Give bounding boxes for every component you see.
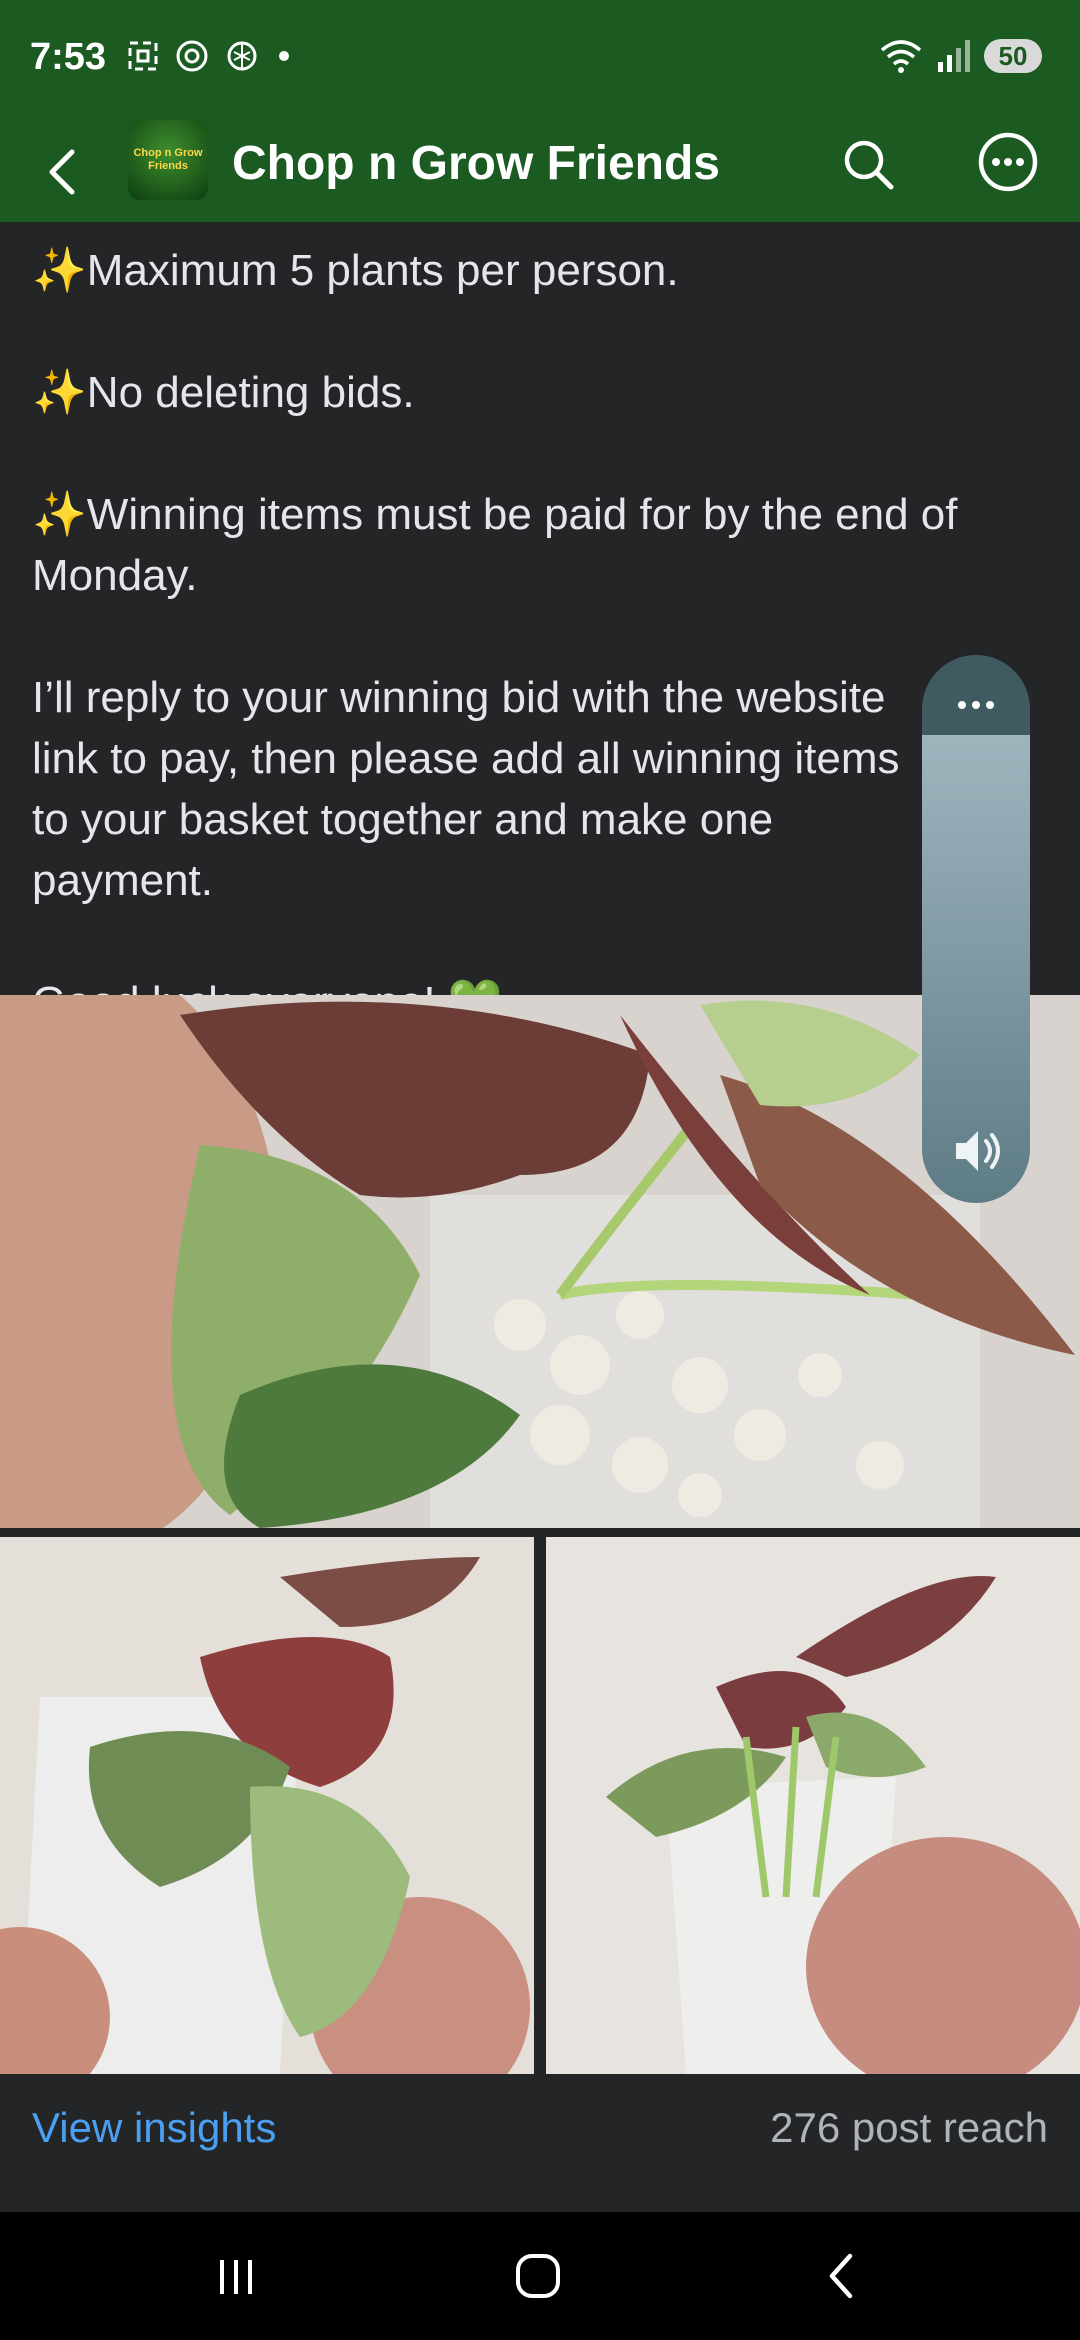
post-photo-right[interactable] [546,1537,1080,2074]
group-title[interactable]: Chop n Grow Friends [232,136,720,191]
back-button[interactable] [34,142,94,202]
sparkle-icon: ✨ [32,368,87,417]
post-line: ✨Winning items must be paid for by the e… [32,490,958,600]
status-icons-right: 50 [878,38,1042,74]
volume-panel[interactable] [922,655,1030,1203]
chatgpt-icon [227,41,257,71]
group-avatar-logo: Chop n Grow Friends [133,147,203,172]
post-line: ✨No deleting bids. [32,368,415,417]
status-icons-left [126,38,294,74]
post-photo-main[interactable] [0,995,1080,1528]
screenshot-icon [128,41,158,71]
post-line: I’ll reply to your winning bid with the … [32,673,900,905]
group-avatar[interactable]: Chop n Grow Friends [128,120,208,200]
dot-icon [279,51,289,61]
signal-icon [938,40,970,72]
system-nav-bar [0,2212,1080,2340]
sparkle-icon: ✨ [32,490,87,539]
post-line: ✨Maximum 5 plants per person. [32,246,679,295]
sparkle-icon: ✨ [32,246,87,295]
plant-photo-image [0,1537,534,2074]
threads-icon [176,40,208,72]
plant-photo-image [0,995,1080,1528]
volume-speaker-icon[interactable] [948,1123,1004,1179]
status-bar: 7:53 50 [0,0,1080,122]
volume-more-icon[interactable] [952,695,1000,715]
post-photo-left[interactable] [0,1537,534,2074]
recent-apps-button[interactable] [206,2246,266,2306]
system-back-button[interactable] [812,2246,872,2306]
more-options-button[interactable] [976,130,1040,194]
wifi-icon [880,40,922,73]
status-time: 7:53 [30,36,107,78]
battery-indicator: 50 [984,39,1042,73]
post-reach-count: 276 post reach [770,2104,1048,2151]
insights-row: View insights 276 post reach [0,2090,1080,2210]
view-insights-link[interactable]: View insights [32,2104,276,2152]
home-button[interactable] [508,2246,568,2306]
search-button[interactable] [838,134,898,194]
plant-photo-image [546,1537,1080,2074]
post-body: ✨Maximum 5 plants per person. ✨No deleti… [32,240,1052,1033]
